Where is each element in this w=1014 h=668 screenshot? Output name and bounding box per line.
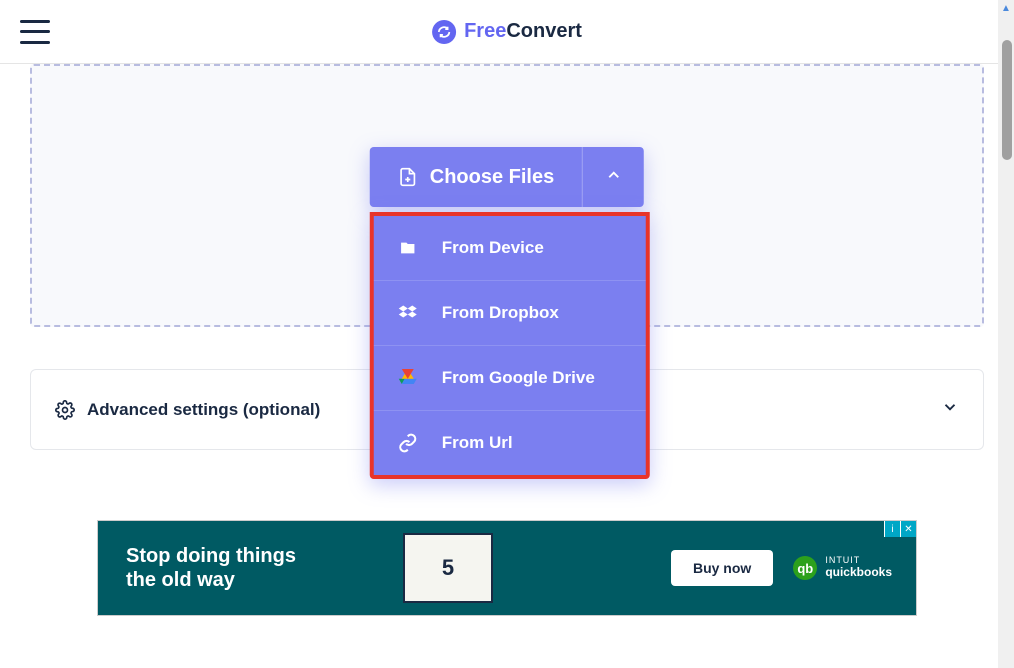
ad-illustration: 5 xyxy=(338,521,558,615)
from-dropbox-option[interactable]: From Dropbox xyxy=(374,281,646,346)
ad-brand: qb INTUIT quickbooks xyxy=(793,556,892,580)
link-icon xyxy=(398,433,418,453)
choose-files-wrapper: Choose Files From Device From Dropbox Fr… xyxy=(370,147,644,207)
refresh-circle-icon xyxy=(432,20,456,44)
quickbooks-icon: qb xyxy=(793,556,817,580)
source-dropdown: From Device From Dropbox From Google Dri… xyxy=(370,212,650,479)
app-header: FreeConvert xyxy=(0,0,1014,64)
ad-number: 5 xyxy=(442,555,454,581)
chevron-up-icon xyxy=(605,166,623,189)
from-url-label: From Url xyxy=(442,433,513,453)
from-url-option[interactable]: From Url xyxy=(374,411,646,475)
advanced-label-group: Advanced settings (optional) xyxy=(55,400,320,420)
choose-files-main[interactable]: Choose Files xyxy=(370,147,582,207)
logo-text: FreeConvert xyxy=(464,20,582,43)
scroll-up-arrow-icon[interactable]: ▲ xyxy=(998,0,1014,16)
scrollbar[interactable]: ▲ xyxy=(998,0,1014,668)
ad-close-icon[interactable]: ✕ xyxy=(900,521,916,537)
from-dropbox-label: From Dropbox xyxy=(442,303,559,323)
choose-files-label: Choose Files xyxy=(430,166,554,189)
folder-icon xyxy=(398,238,418,258)
brand-logo[interactable]: FreeConvert xyxy=(432,20,582,44)
advanced-settings-label: Advanced settings (optional) xyxy=(87,400,320,420)
choose-files-button[interactable]: Choose Files xyxy=(370,147,644,207)
gear-icon xyxy=(55,400,75,420)
from-google-drive-option[interactable]: From Google Drive xyxy=(374,346,646,411)
from-device-option[interactable]: From Device xyxy=(374,216,646,281)
logo-free-text: Free xyxy=(464,20,506,42)
ad-buy-now-button[interactable]: Buy now xyxy=(671,550,773,586)
dropbox-icon xyxy=(398,303,418,323)
google-drive-icon xyxy=(398,368,418,388)
ad-headline: Stop doing things the old way xyxy=(98,544,338,592)
file-plus-icon xyxy=(398,165,418,189)
ad-controls: i ✕ xyxy=(884,521,916,537)
scroll-thumb[interactable] xyxy=(1002,40,1012,160)
dropdown-toggle[interactable] xyxy=(582,147,644,207)
ad-brand-text: INTUIT quickbooks xyxy=(825,556,892,579)
ad-monitor-graphic: 5 xyxy=(403,533,493,603)
from-gdrive-label: From Google Drive xyxy=(442,368,595,388)
menu-hamburger-icon[interactable] xyxy=(20,20,50,44)
logo-convert-text: Convert xyxy=(506,20,582,42)
chevron-down-icon xyxy=(941,398,959,421)
from-device-label: From Device xyxy=(442,238,544,258)
ad-info-icon[interactable]: i xyxy=(884,521,900,537)
advertisement-banner[interactable]: Stop doing things the old way 5 Buy now … xyxy=(97,520,917,616)
